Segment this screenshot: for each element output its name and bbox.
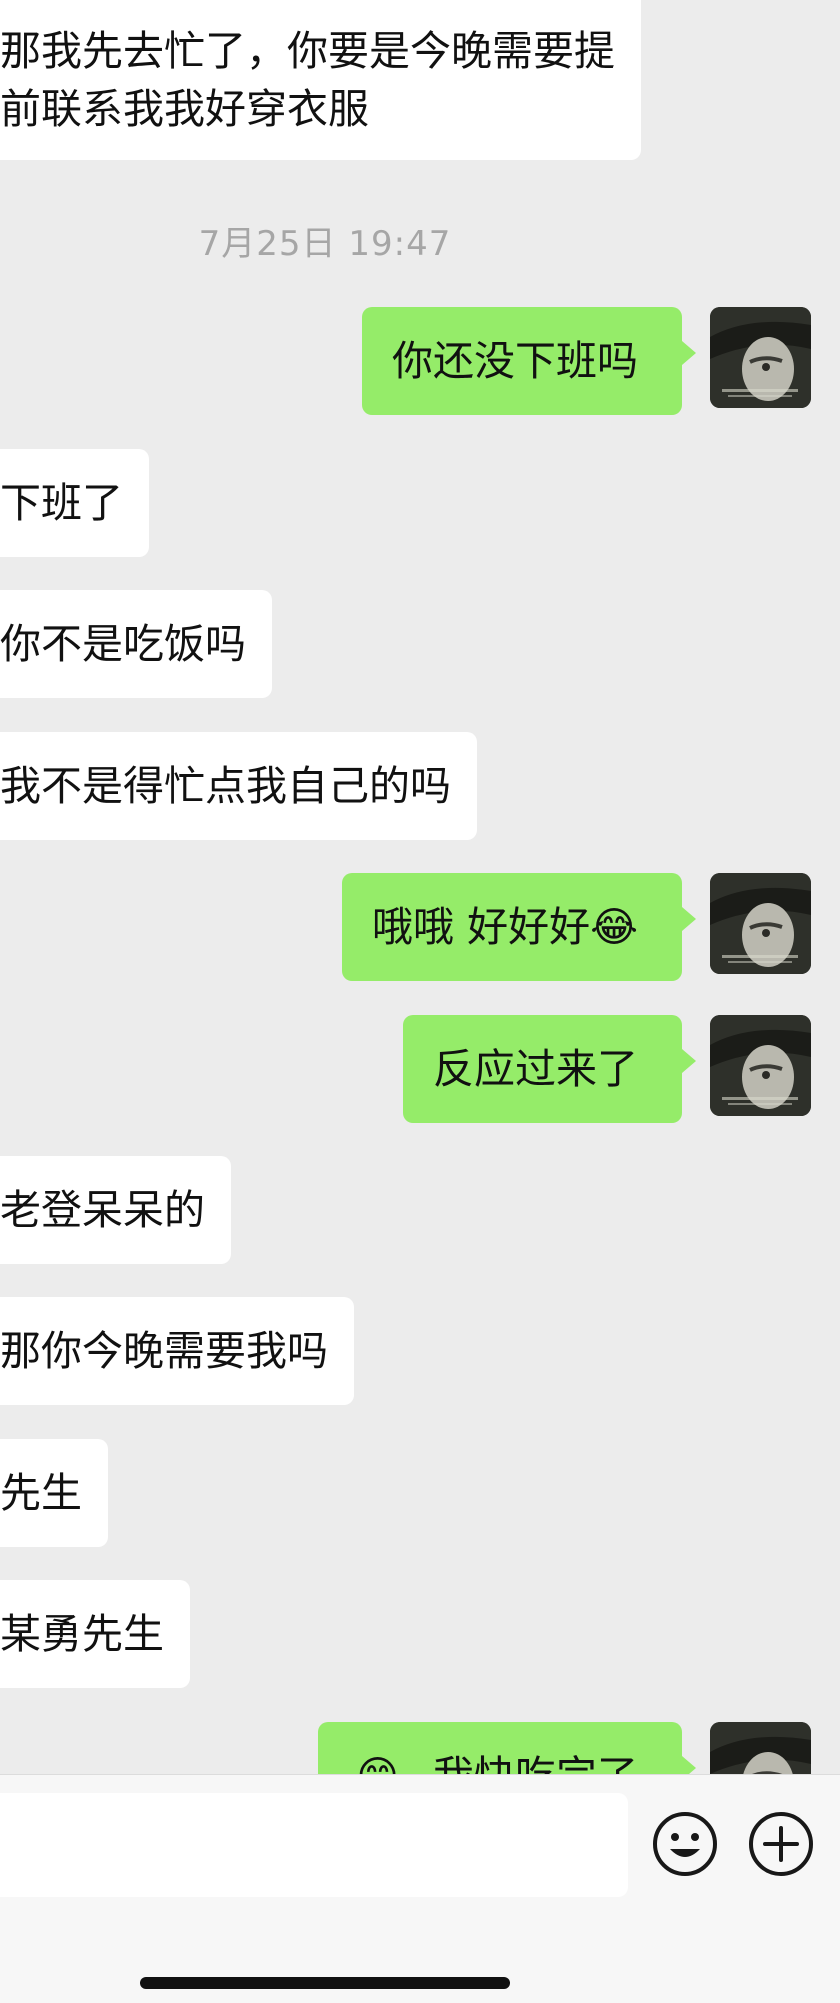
message-text: 我不是得忙点我自己的吗 (0, 762, 451, 810)
message-text: 你不是吃饭吗 (0, 620, 246, 668)
chat-area[interactable]: 那我先去忙了，你要是今晚需要提 前联系我我好穿衣服 7月25日 19:47 你还… (0, 0, 840, 1774)
avatar[interactable] (710, 873, 811, 974)
incoming-message[interactable]: 下班了 (0, 449, 149, 557)
avatar[interactable] (710, 1722, 811, 1774)
incoming-message[interactable]: 那你今晚需要我吗 (0, 1297, 354, 1405)
anime-character-avatar-icon (710, 1015, 811, 1116)
message-text-line: 那我先去忙了，你要是今晚需要提 (0, 27, 615, 75)
message-text-line: 前联系我我好穿衣服 (0, 85, 369, 133)
message-text: 你还没下班吗 (392, 337, 638, 385)
chat-timestamp: 7月25日 19:47 (198, 224, 452, 264)
avatar[interactable] (710, 307, 811, 408)
message-input[interactable] (0, 1793, 628, 1897)
anime-character-avatar-icon (710, 1722, 811, 1774)
smiling-face-emoji: 😄 (356, 1752, 399, 1774)
smiley-face-icon[interactable] (652, 1811, 718, 1877)
anime-character-avatar-icon (710, 873, 811, 974)
outgoing-message[interactable]: 😄 我快吃完了 (318, 1722, 696, 1774)
message-text: 哦哦 好好好 (372, 903, 591, 951)
message-text: 下班了 (0, 479, 123, 527)
message-text: 反应过来了 (433, 1045, 638, 1093)
outgoing-message[interactable]: 哦哦 好好好😂 (342, 873, 696, 981)
anime-character-avatar-icon (710, 307, 811, 408)
home-indicator[interactable] (140, 1977, 510, 1989)
outgoing-message[interactable]: 你还没下班吗 (362, 307, 696, 415)
plus-circle-icon[interactable] (748, 1811, 814, 1877)
input-bar (0, 1774, 840, 2003)
message-text: 先生 (0, 1469, 82, 1517)
message-text: 那你今晚需要我吗 (0, 1327, 328, 1375)
incoming-message[interactable]: 你不是吃饭吗 (0, 590, 272, 698)
incoming-message[interactable]: 先生 (0, 1439, 108, 1547)
laughing-tears-emoji: 😂 (590, 903, 638, 951)
incoming-message[interactable]: 我不是得忙点我自己的吗 (0, 732, 477, 840)
message-text: 老登呆呆的 (0, 1186, 205, 1234)
message-text: 我快吃完了 (433, 1752, 638, 1774)
message-text: 某勇先生 (0, 1610, 164, 1658)
outgoing-message[interactable]: 反应过来了 (403, 1015, 696, 1123)
incoming-message[interactable]: 那我先去忙了，你要是今晚需要提 前联系我我好穿衣服 (0, 0, 641, 160)
avatar[interactable] (710, 1015, 811, 1116)
incoming-message[interactable]: 老登呆呆的 (0, 1156, 231, 1264)
incoming-message[interactable]: 某勇先生 (0, 1580, 190, 1688)
